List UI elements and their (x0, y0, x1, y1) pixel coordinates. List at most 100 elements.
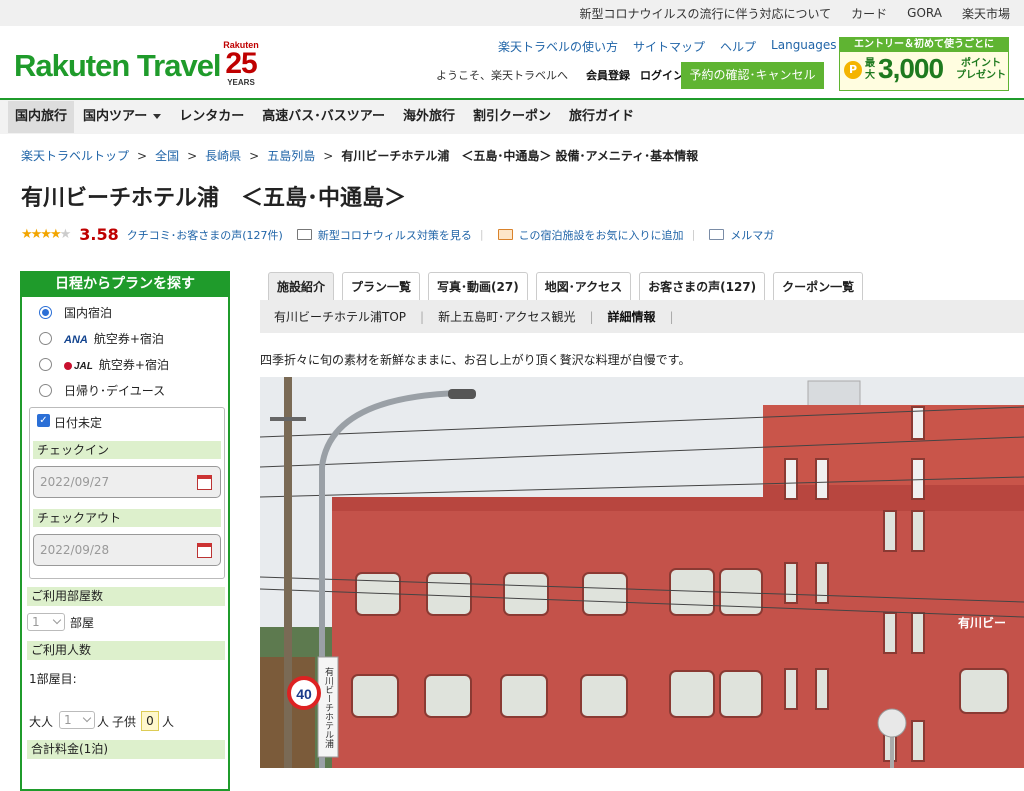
radio-day-use-label: 日帰り･デイユース (64, 384, 166, 398)
calendar-icon[interactable] (197, 543, 212, 558)
hotel-photo: 有川ビー 有川ビーチホテル浦 40 (260, 377, 1024, 768)
calendar-icon[interactable] (197, 475, 212, 490)
tab-photos[interactable]: 写真･動画(27) (428, 272, 528, 300)
breadcrumb-top[interactable]: 楽天トラベルトップ (21, 149, 129, 163)
breadcrumb-separator: > (323, 149, 334, 163)
sitemap-link[interactable]: サイトマップ (633, 38, 705, 55)
nav-domestic-stay[interactable]: 国内旅行 (8, 101, 75, 133)
promo-amount: 3,000 (878, 53, 944, 84)
kids-input[interactable]: 0 (141, 711, 159, 731)
nav-coupons[interactable]: 割引クーポン (464, 101, 560, 133)
date-selector: ✓ 日付未定 チェックイン 2022/09/27 チェックアウト 2022/09… (29, 407, 225, 579)
radio-jal-stay[interactable] (39, 358, 52, 371)
covid-measures-link[interactable]: 新型コロナウィルス対策を見る (318, 227, 472, 243)
tab-coupons[interactable]: クーポン一覧 (773, 272, 864, 300)
reservation-check-button[interactable]: 予約の確認･キャンセル (681, 62, 824, 89)
subtab-hotel-top[interactable]: 有川ビーチホテル浦TOP (260, 308, 420, 325)
subtab-details[interactable]: 詳細情報 (594, 308, 670, 325)
nav-travel-guide[interactable]: 旅行ガイド (560, 101, 643, 133)
adults-unit: 人 (97, 715, 110, 729)
tab-reviews[interactable]: お客さまの声(127) (639, 272, 766, 300)
chevron-down-icon (52, 615, 62, 625)
breadcrumb-national[interactable]: 全国 (155, 149, 179, 163)
date-undecided-checkbox[interactable]: ✓ (37, 414, 50, 427)
chevron-down-icon (82, 713, 92, 723)
favorite-icon (497, 229, 513, 240)
ana-option-text: 航空券+宿泊 (93, 332, 164, 346)
rooms-label: ご利用部屋数 (27, 587, 225, 606)
nav-rental-car[interactable]: レンタカー (170, 101, 253, 133)
card-link[interactable]: カード (851, 5, 887, 22)
member-nav: ようこそ、楽天トラベルへ 会員登録 ログイン (436, 67, 684, 83)
point-coin-icon: P (844, 61, 862, 79)
checkout-label: チェックアウト (33, 509, 221, 527)
hotel-title: 有川ビーチホテル浦 ＜五島･中通島＞ (21, 186, 407, 211)
breadcrumb-separator: > (187, 149, 198, 163)
promo-title: エントリー＆初めて使うごとに (840, 38, 1008, 52)
hotel-tabs: 施設紹介 プラン一覧 写真･動画(27) 地図･アクセス お客さまの声(127)… (268, 272, 871, 300)
subtab-separator: | (669, 309, 674, 324)
rating-separator: | (479, 228, 484, 241)
breadcrumb-goto[interactable]: 五島列島 (267, 149, 315, 163)
sidebar-title: 日程からプランを探す (22, 271, 228, 297)
adults-label: 大人 (29, 715, 54, 729)
radio-domestic-stay-label: 国内宿泊 (64, 306, 113, 320)
nav-domestic-tour-label: 国内ツアー (83, 109, 148, 124)
ana-logo: ANA (64, 334, 88, 346)
rooms-select-value: 1 (32, 615, 40, 629)
promo-points-word: ポイント (961, 58, 1001, 69)
date-undecided-label: 日付未定 (54, 416, 103, 430)
caret-down-icon (153, 114, 162, 119)
nav-domestic-tour[interactable]: 国内ツアー (74, 101, 170, 133)
breadcrumb-separator: > (249, 149, 260, 163)
nav-highway-bus[interactable]: 高速バス･バスツアー (253, 101, 394, 133)
reviews-link[interactable]: クチコミ･お客さまの声(127件) (127, 227, 283, 243)
help-link[interactable]: ヘルプ (720, 38, 756, 55)
breadcrumb-current: 有川ビーチホテル浦 ＜五島･中通島＞ 設備･アメニティ･基本情報 (341, 149, 699, 163)
point-promo-banner[interactable]: エントリー＆初めて使うごとに P 最大 3,000 ポイント プレゼント (839, 37, 1009, 91)
checkin-value: 2022/09/27 (40, 475, 110, 489)
rating-separator: | (691, 228, 696, 241)
total-price-label: 合計料金(1泊) (27, 740, 225, 759)
room1-label: 1部屋目: (29, 672, 77, 686)
radio-ana-stay[interactable] (39, 332, 52, 345)
newsletter-link[interactable]: メルマガ (730, 227, 774, 243)
radio-ana-stay-label: ANA 航空券+宿泊 (64, 330, 164, 347)
how-to-use-link[interactable]: 楽天トラベルの使い方 (498, 38, 618, 55)
covid-icon (296, 229, 312, 240)
checkin-input[interactable]: 2022/09/27 (33, 466, 221, 498)
speed-limit-sign: 40 (296, 686, 312, 702)
register-link[interactable]: 会員登録 (586, 67, 630, 83)
breadcrumb-nagasaki[interactable]: 長崎県 (205, 149, 241, 163)
rating-stars-icon: ★★★★★ (21, 227, 72, 242)
tab-facility-intro[interactable]: 施設紹介 (268, 272, 335, 300)
radio-jal-stay-label: JAL 航空券+宿泊 (64, 356, 169, 373)
covid-notice-link[interactable]: 新型コロナウイルスの流行に伴う対応について (580, 5, 832, 22)
radio-domestic-stay[interactable] (39, 306, 52, 319)
kids-unit: 人 (162, 715, 175, 729)
gora-link[interactable]: GORA (907, 6, 942, 20)
people-label: ご利用人数 (27, 641, 225, 660)
radio-day-use[interactable] (39, 384, 52, 397)
add-favorite-link[interactable]: この宿泊施設をお気に入りに追加 (519, 227, 684, 243)
rakuten-travel-logo[interactable]: Rakuten Travel (14, 48, 222, 84)
rakuten-ichiba-link[interactable]: 楽天市場 (962, 5, 1010, 22)
tab-plans[interactable]: プラン一覧 (342, 272, 421, 300)
checkout-input[interactable]: 2022/09/28 (33, 534, 221, 566)
adults-select[interactable]: 1 (59, 711, 95, 729)
adults-select-value: 1 (64, 713, 72, 727)
rating-score: 3.58 (79, 225, 119, 244)
nav-overseas[interactable]: 海外旅行 (394, 101, 464, 133)
login-link[interactable]: ログイン (640, 67, 684, 83)
subtab-area-access[interactable]: 新上五島町･アクセス観光 (424, 308, 589, 325)
rooms-select[interactable]: 1 (27, 613, 65, 631)
building-sign: 有川ビー (958, 615, 1006, 630)
hotel-building-illustration: 有川ビー 有川ビーチホテル浦 40 (260, 377, 1024, 768)
breadcrumb: 楽天トラベルトップ > 全国 > 長崎県 > 五島列島 > 有川ビーチホテル浦 ＜五島･中通島＞… (21, 147, 698, 164)
jal-option-text: 航空券+宿泊 (98, 358, 169, 372)
tab-map-access[interactable]: 地図･アクセス (535, 272, 632, 300)
anniversary-number: 25 (225, 47, 257, 80)
rating-stars-empty: ★ (59, 227, 72, 242)
top-utility-bar: 新型コロナウイルスの流行に伴う対応について カード GORA 楽天市場 (0, 0, 1024, 26)
vertical-hotel-sign: 有川ビーチホテル浦 (323, 666, 334, 749)
